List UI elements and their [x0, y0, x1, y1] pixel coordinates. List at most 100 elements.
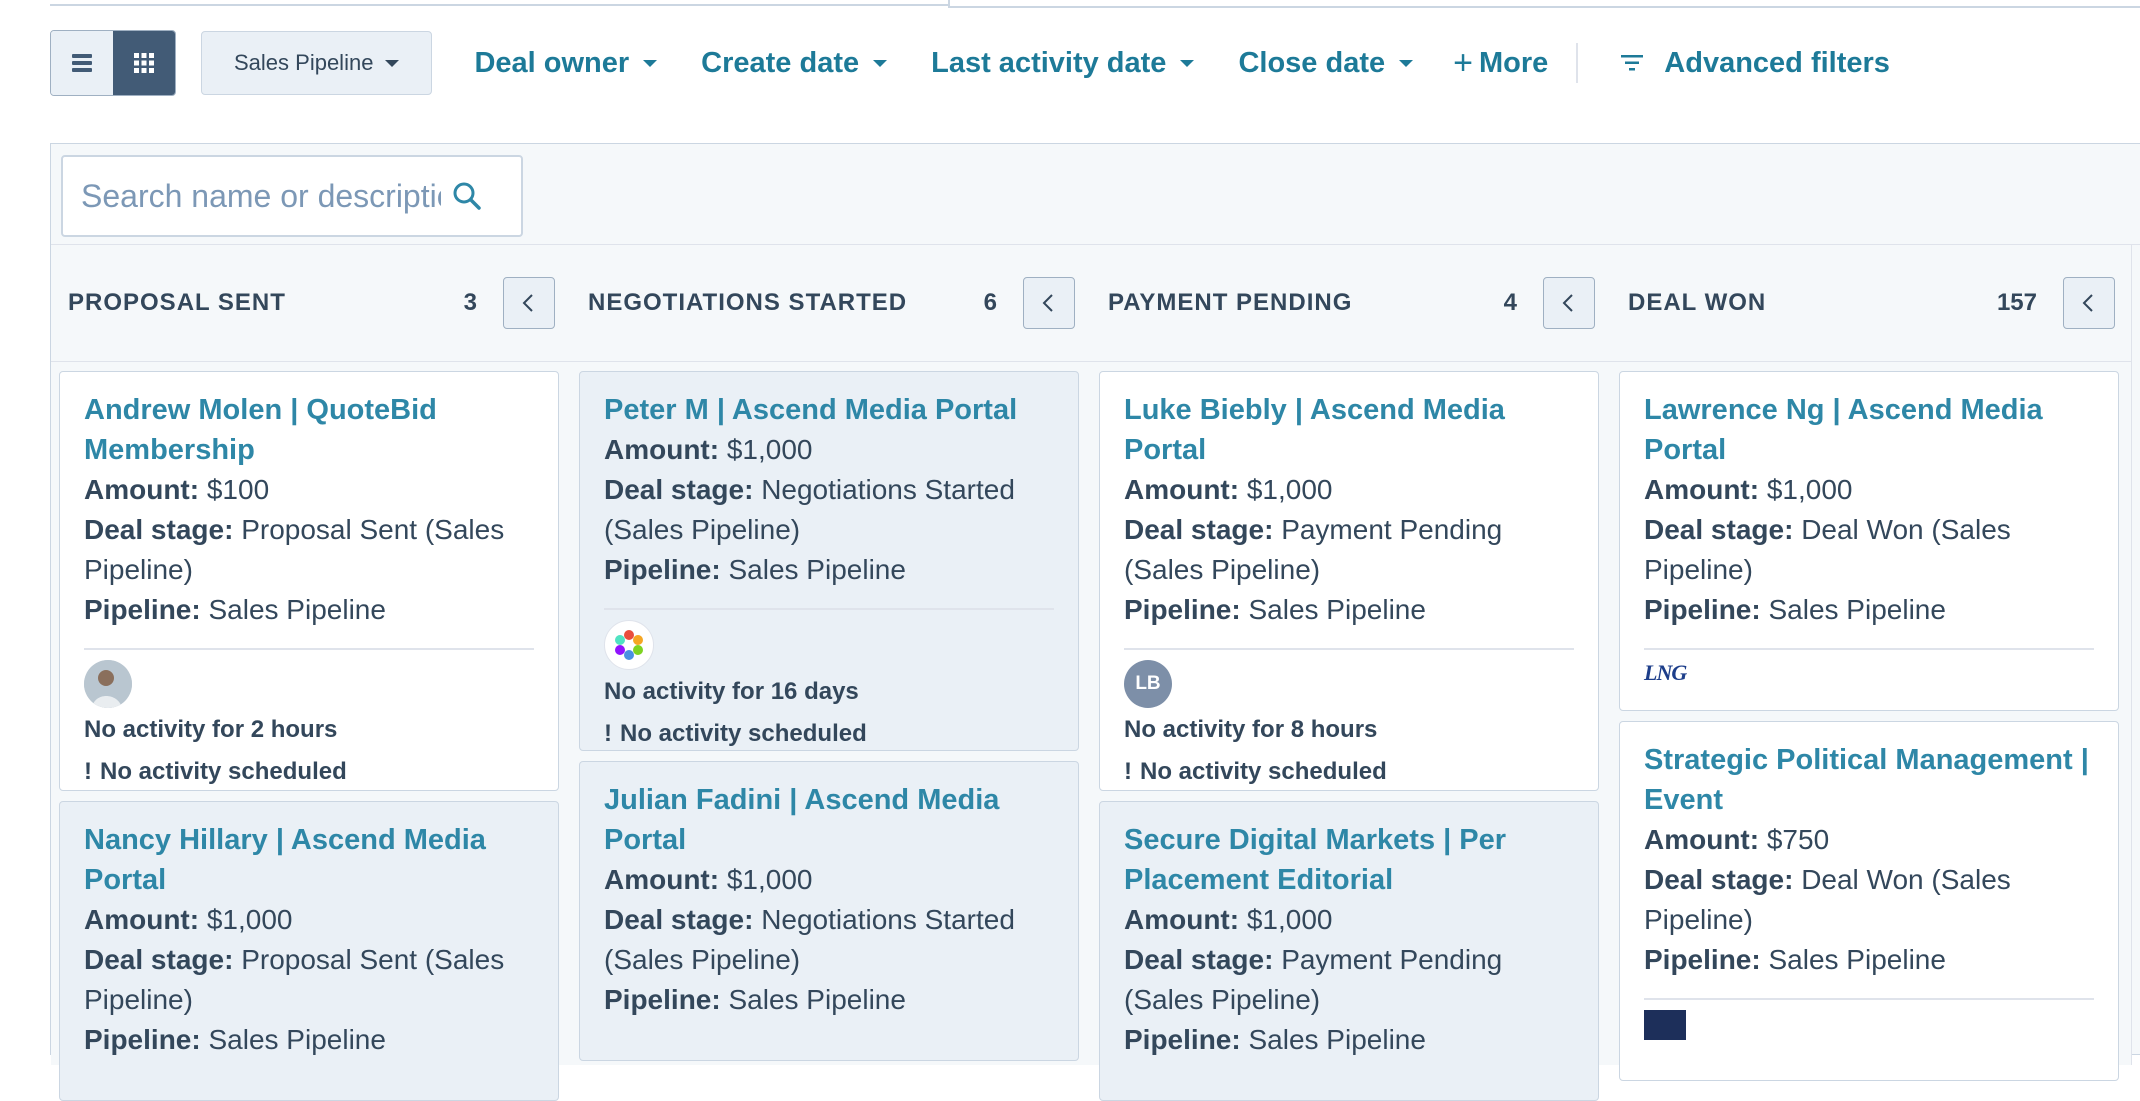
last-activity: No activity for 8 hours [1124, 716, 1378, 743]
deal-pipeline: Pipeline: Sales Pipeline [1124, 590, 1574, 630]
deal-card[interactable]: Julian Fadini | Ascend Media Portal Amou… [579, 761, 1079, 1061]
pipeline-label: Pipeline: [1644, 944, 1761, 975]
create-date-filter-label: Create date [701, 46, 860, 79]
deal-title[interactable]: Peter M | Ascend Media Portal [604, 390, 1054, 430]
deal-card[interactable]: Peter M | Ascend Media Portal Amount: $1… [579, 371, 1079, 751]
avatar[interactable] [84, 660, 132, 708]
deal-pipeline: Pipeline: Sales Pipeline [84, 1020, 534, 1060]
chevron-left-icon [2082, 294, 2093, 312]
pipeline-value: Sales Pipeline [1768, 944, 1946, 975]
deal-card[interactable]: Nancy Hillary | Ascend Media Portal Amou… [59, 801, 559, 1101]
deal-card[interactable]: Strategic Political Management | Event A… [1619, 721, 2119, 1081]
deal-title[interactable]: Luke Biebly | Ascend Media Portal [1124, 390, 1574, 470]
pipeline-dropdown[interactable]: Sales Pipeline [201, 31, 433, 95]
amount-value: $1,000 [726, 434, 813, 465]
pipeline-label: Pipeline: [84, 594, 201, 625]
collapse-column-button[interactable] [503, 277, 555, 329]
amount-label: Amount: [1124, 474, 1240, 505]
collapse-column-button[interactable] [2063, 277, 2115, 329]
board-view-button[interactable] [113, 31, 175, 95]
column-deal-won: DEAL WON 157 Lawrence Ng | Ascend Media … [1611, 245, 2132, 1081]
deal-title[interactable]: Lawrence Ng | Ascend Media Portal [1644, 390, 2094, 470]
column-title: DEAL WON [1628, 289, 1767, 316]
deal-owner-filter[interactable]: Deal owner [474, 47, 658, 80]
collapse-column-button[interactable] [1543, 277, 1595, 329]
deal-stage: Deal stage: Proposal Sent (Sales Pipelin… [84, 510, 534, 590]
caret-down-icon [385, 59, 400, 67]
advanced-filters-button[interactable]: Advanced filters [1618, 47, 1890, 80]
card-divider [84, 648, 534, 650]
tab-underline [50, 0, 950, 6]
deal-title[interactable]: Secure Digital Markets | Per Placement E… [1124, 820, 1574, 900]
board-columns: PROPOSAL SENT 3 Andrew Molen | QuoteBid … [51, 244, 2140, 1101]
caret-down-icon [1180, 59, 1195, 67]
stage-label: Deal stage: [84, 514, 234, 545]
exclamation-icon: ! [604, 720, 612, 747]
deal-title[interactable]: Strategic Political Management | Event [1644, 740, 2094, 820]
last-activity-date-filter[interactable]: Last activity date [931, 46, 1195, 80]
search-input[interactable] [79, 176, 443, 216]
pipeline-value: Sales Pipeline [728, 554, 906, 585]
card-divider [1644, 648, 2094, 650]
company-logo-icon[interactable] [1644, 1010, 1686, 1040]
company-logo[interactable]: LNG [1644, 660, 2094, 686]
amount-value: $1,000 [206, 904, 293, 935]
plus-icon: + [1453, 43, 1473, 82]
grid-icon [134, 53, 154, 73]
deal-board: PROPOSAL SENT 3 Andrew Molen | QuoteBid … [50, 143, 2140, 1101]
deal-pipeline: Pipeline: Sales Pipeline [1644, 590, 2094, 630]
caret-down-icon [643, 59, 658, 67]
stage-label: Deal stage: [1124, 944, 1274, 975]
caret-down-icon [1399, 59, 1414, 67]
search-icon[interactable] [449, 178, 485, 214]
deal-stage: Deal stage: Deal Won (Sales Pipeline) [1644, 860, 2094, 940]
deal-card[interactable]: Luke Biebly | Ascend Media Portal Amount… [1099, 371, 1599, 791]
column-title: NEGOTIATIONS STARTED [588, 289, 908, 316]
column-title: PROPOSAL SENT [68, 289, 286, 316]
pipeline-value: Sales Pipeline [1768, 594, 1946, 625]
column-payment-pending: PAYMENT PENDING 4 Luke Biebly | Ascend M… [1091, 245, 1612, 1101]
deal-amount: Amount: $100 [84, 470, 534, 510]
deal-card[interactable]: Andrew Molen | QuoteBid Membership Amoun… [59, 371, 559, 791]
search-box[interactable] [61, 155, 523, 237]
deal-title[interactable]: Julian Fadini | Ascend Media Portal [604, 780, 1054, 860]
deal-pipeline: Pipeline: Sales Pipeline [84, 590, 534, 630]
avatar[interactable] [604, 620, 654, 670]
column-count: 3 [463, 289, 477, 316]
pipeline-value: Sales Pipeline [1248, 594, 1426, 625]
deal-stage: Deal stage: Proposal Sent (Sales Pipelin… [84, 940, 534, 1020]
caret-down-icon [873, 59, 888, 67]
column-count: 4 [1503, 289, 1517, 316]
create-date-filter[interactable]: Create date [701, 46, 888, 80]
close-date-filter[interactable]: Close date [1238, 47, 1414, 80]
deal-pipeline: Pipeline: Sales Pipeline [1124, 1020, 1574, 1060]
toolbar-divider [1576, 43, 1579, 83]
chevron-left-icon [1562, 294, 1573, 312]
pipeline-dropdown-label: Sales Pipeline [234, 50, 374, 75]
deal-card[interactable]: Secure Digital Markets | Per Placement E… [1099, 801, 1599, 1101]
deal-stage: Deal stage: Payment Pending (Sales Pipel… [1124, 510, 1574, 590]
pipeline-value: Sales Pipeline [208, 1024, 386, 1055]
deal-title[interactable]: Andrew Molen | QuoteBid Membership [84, 390, 534, 470]
person-avatar-icon [84, 660, 132, 708]
next-activity: ! No activity scheduled [1124, 752, 1574, 792]
deal-card[interactable]: Lawrence Ng | Ascend Media Portal Amount… [1619, 371, 2119, 711]
deal-amount: Amount: $1,000 [1124, 900, 1574, 940]
pipeline-label: Pipeline: [604, 984, 721, 1015]
next-activity: ! No activity scheduled [604, 714, 1054, 754]
list-icon [72, 54, 92, 72]
column-header: PROPOSAL SENT 3 [51, 245, 571, 362]
list-view-button[interactable] [51, 31, 113, 95]
column-proposal-sent: PROPOSAL SENT 3 Andrew Molen | QuoteBid … [51, 245, 572, 1101]
last-activity-date-filter-label: Last activity date [931, 46, 1167, 79]
exclamation-icon: ! [84, 758, 92, 785]
more-filters-button[interactable]: + More [1453, 44, 1548, 83]
collapse-column-button[interactable] [1023, 277, 1075, 329]
column-count: 6 [983, 289, 997, 316]
deal-title[interactable]: Nancy Hillary | Ascend Media Portal [84, 820, 534, 900]
column-header: PAYMENT PENDING 4 [1091, 245, 1611, 362]
avatar[interactable]: LB [1124, 660, 1172, 708]
pipeline-value: Sales Pipeline [208, 594, 386, 625]
column-count: 157 [1996, 289, 2037, 316]
amount-value: $1,000 [1246, 474, 1333, 505]
